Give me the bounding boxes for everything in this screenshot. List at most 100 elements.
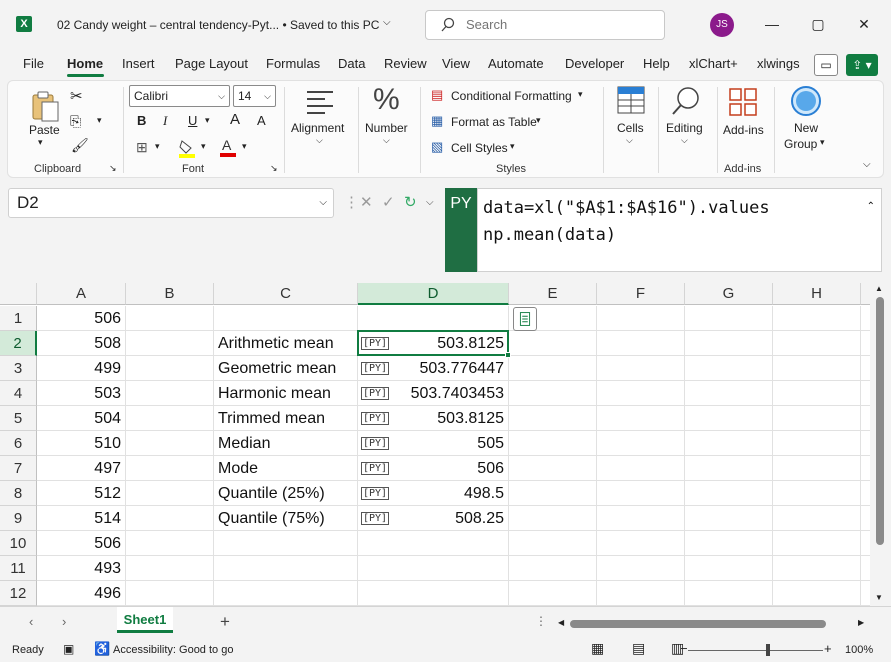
- paste-label[interactable]: Paste: [29, 123, 60, 137]
- cut-icon[interactable]: ✂: [70, 87, 83, 105]
- cell-g[interactable]: [685, 381, 773, 406]
- font-color-icon[interactable]: A: [219, 137, 237, 157]
- decrease-font-button[interactable]: A: [257, 113, 266, 128]
- column-header-e[interactable]: E: [509, 283, 597, 305]
- cell-i[interactable]: [861, 531, 870, 556]
- tab-insert[interactable]: Insert: [122, 56, 155, 71]
- cell-d[interactable]: [358, 306, 509, 331]
- row-header[interactable]: 10: [0, 531, 37, 556]
- python-object-icon[interactable]: [PY]: [361, 487, 390, 500]
- cell-a[interactable]: 514: [37, 506, 126, 531]
- tab-automate[interactable]: Automate: [488, 56, 544, 71]
- cell-d[interactable]: 498.5 [PY]: [358, 481, 509, 506]
- prev-sheet-icon[interactable]: ‹: [29, 614, 33, 629]
- row-header[interactable]: 4: [0, 381, 37, 406]
- comments-button[interactable]: ▭: [814, 54, 838, 76]
- conditional-formatting-icon[interactable]: ▤: [431, 87, 443, 103]
- cell-f[interactable]: [597, 381, 685, 406]
- cell-g[interactable]: [685, 306, 773, 331]
- cell-i[interactable]: [861, 356, 870, 381]
- cell-h[interactable]: [773, 456, 861, 481]
- cell-b[interactable]: [126, 306, 214, 331]
- cell-b[interactable]: [126, 331, 214, 356]
- chevron-down-icon[interactable]: ▾: [578, 89, 583, 100]
- python-object-icon[interactable]: [PY]: [361, 337, 390, 350]
- cell-b[interactable]: [126, 481, 214, 506]
- cells-icon[interactable]: [616, 85, 646, 115]
- tab-developer[interactable]: Developer: [565, 56, 624, 71]
- row-header[interactable]: 6: [0, 431, 37, 456]
- cell-i[interactable]: [861, 506, 870, 531]
- cell-h[interactable]: [773, 331, 861, 356]
- zoom-level[interactable]: 100%: [845, 644, 873, 656]
- sheet-tab-sheet1[interactable]: Sheet1: [117, 607, 173, 633]
- zoom-out-icon[interactable]: −: [680, 641, 688, 656]
- python-object-icon[interactable]: [PY]: [361, 462, 390, 475]
- accessibility-icon[interactable]: ♿: [94, 641, 110, 657]
- cell-b[interactable]: [126, 431, 214, 456]
- chevron-down-icon[interactable]: ▾: [510, 141, 515, 152]
- formula-input[interactable]: data=xl("$A$1:$A$16").values np.mean(dat…: [477, 188, 882, 272]
- tab-page-layout[interactable]: Page Layout: [175, 56, 248, 71]
- cell-g[interactable]: [685, 506, 773, 531]
- cell-b[interactable]: [126, 556, 214, 581]
- cell-a[interactable]: 512: [37, 481, 126, 506]
- column-header-g[interactable]: G: [685, 283, 773, 305]
- cell-e[interactable]: [509, 581, 597, 606]
- chevron-down-icon[interactable]: ⌵: [383, 17, 391, 28]
- font-size-combo[interactable]: 14 ⌵: [233, 85, 276, 107]
- cell-i[interactable]: [861, 406, 870, 431]
- cell-a[interactable]: 503: [37, 381, 126, 406]
- tab-xlwings[interactable]: xlwings: [757, 56, 800, 71]
- column-header-f[interactable]: F: [597, 283, 685, 305]
- chevron-down-icon[interactable]: ▾: [242, 141, 247, 152]
- bold-button[interactable]: B: [137, 113, 146, 128]
- cell-a[interactable]: 504: [37, 406, 126, 431]
- cell-d[interactable]: [358, 581, 509, 606]
- cell-h[interactable]: [773, 406, 861, 431]
- paste-icon[interactable]: [28, 89, 62, 123]
- cell-f[interactable]: [597, 406, 685, 431]
- cell-b[interactable]: [126, 456, 214, 481]
- cell-b[interactable]: [126, 381, 214, 406]
- cell-a[interactable]: 510: [37, 431, 126, 456]
- conditional-formatting-button[interactable]: Conditional Formatting: [451, 89, 572, 103]
- cell-b[interactable]: [126, 356, 214, 381]
- column-header-d[interactable]: D: [358, 283, 509, 305]
- horizontal-scroll-thumb[interactable]: [570, 620, 826, 628]
- cell-f[interactable]: [597, 331, 685, 356]
- accessibility-status[interactable]: Accessibility: Good to go: [113, 644, 233, 656]
- cell-e[interactable]: [509, 506, 597, 531]
- cell-g[interactable]: [685, 406, 773, 431]
- python-object-icon[interactable]: [PY]: [361, 387, 390, 400]
- row-header[interactable]: 12: [0, 581, 37, 606]
- chevron-down-icon[interactable]: ⌵: [426, 188, 434, 218]
- cell-h[interactable]: [773, 431, 861, 456]
- cell-c[interactable]: Geometric mean: [214, 356, 358, 381]
- number-format-icon[interactable]: %: [373, 83, 400, 117]
- cell-a[interactable]: 499: [37, 356, 126, 381]
- format-as-table-button[interactable]: Format as Table: [451, 115, 537, 129]
- cell-i[interactable]: [861, 306, 870, 331]
- cell-g[interactable]: [685, 531, 773, 556]
- cell-g[interactable]: [685, 356, 773, 381]
- cell-c[interactable]: Quantile (25%): [214, 481, 358, 506]
- cell-e[interactable]: [509, 356, 597, 381]
- cell-d[interactable]: [358, 531, 509, 556]
- cell-c[interactable]: Mode: [214, 456, 358, 481]
- cell-i[interactable]: [861, 581, 870, 606]
- editing-search-icon[interactable]: [670, 85, 702, 117]
- alignment-label[interactable]: Alignment: [291, 121, 344, 135]
- cell-e[interactable]: [509, 431, 597, 456]
- maximize-icon[interactable]: ▢: [806, 12, 830, 36]
- cell-g[interactable]: [685, 581, 773, 606]
- cell-e[interactable]: [509, 381, 597, 406]
- zoom-in-icon[interactable]: +: [824, 641, 832, 656]
- cell-h[interactable]: [773, 581, 861, 606]
- cell-c[interactable]: Median: [214, 431, 358, 456]
- add-sheet-button[interactable]: +: [220, 612, 230, 632]
- chevron-down-icon[interactable]: ⌵: [383, 135, 390, 146]
- tab-review[interactable]: Review: [384, 56, 427, 71]
- cell-h[interactable]: [773, 306, 861, 331]
- underline-button[interactable]: U: [188, 113, 197, 128]
